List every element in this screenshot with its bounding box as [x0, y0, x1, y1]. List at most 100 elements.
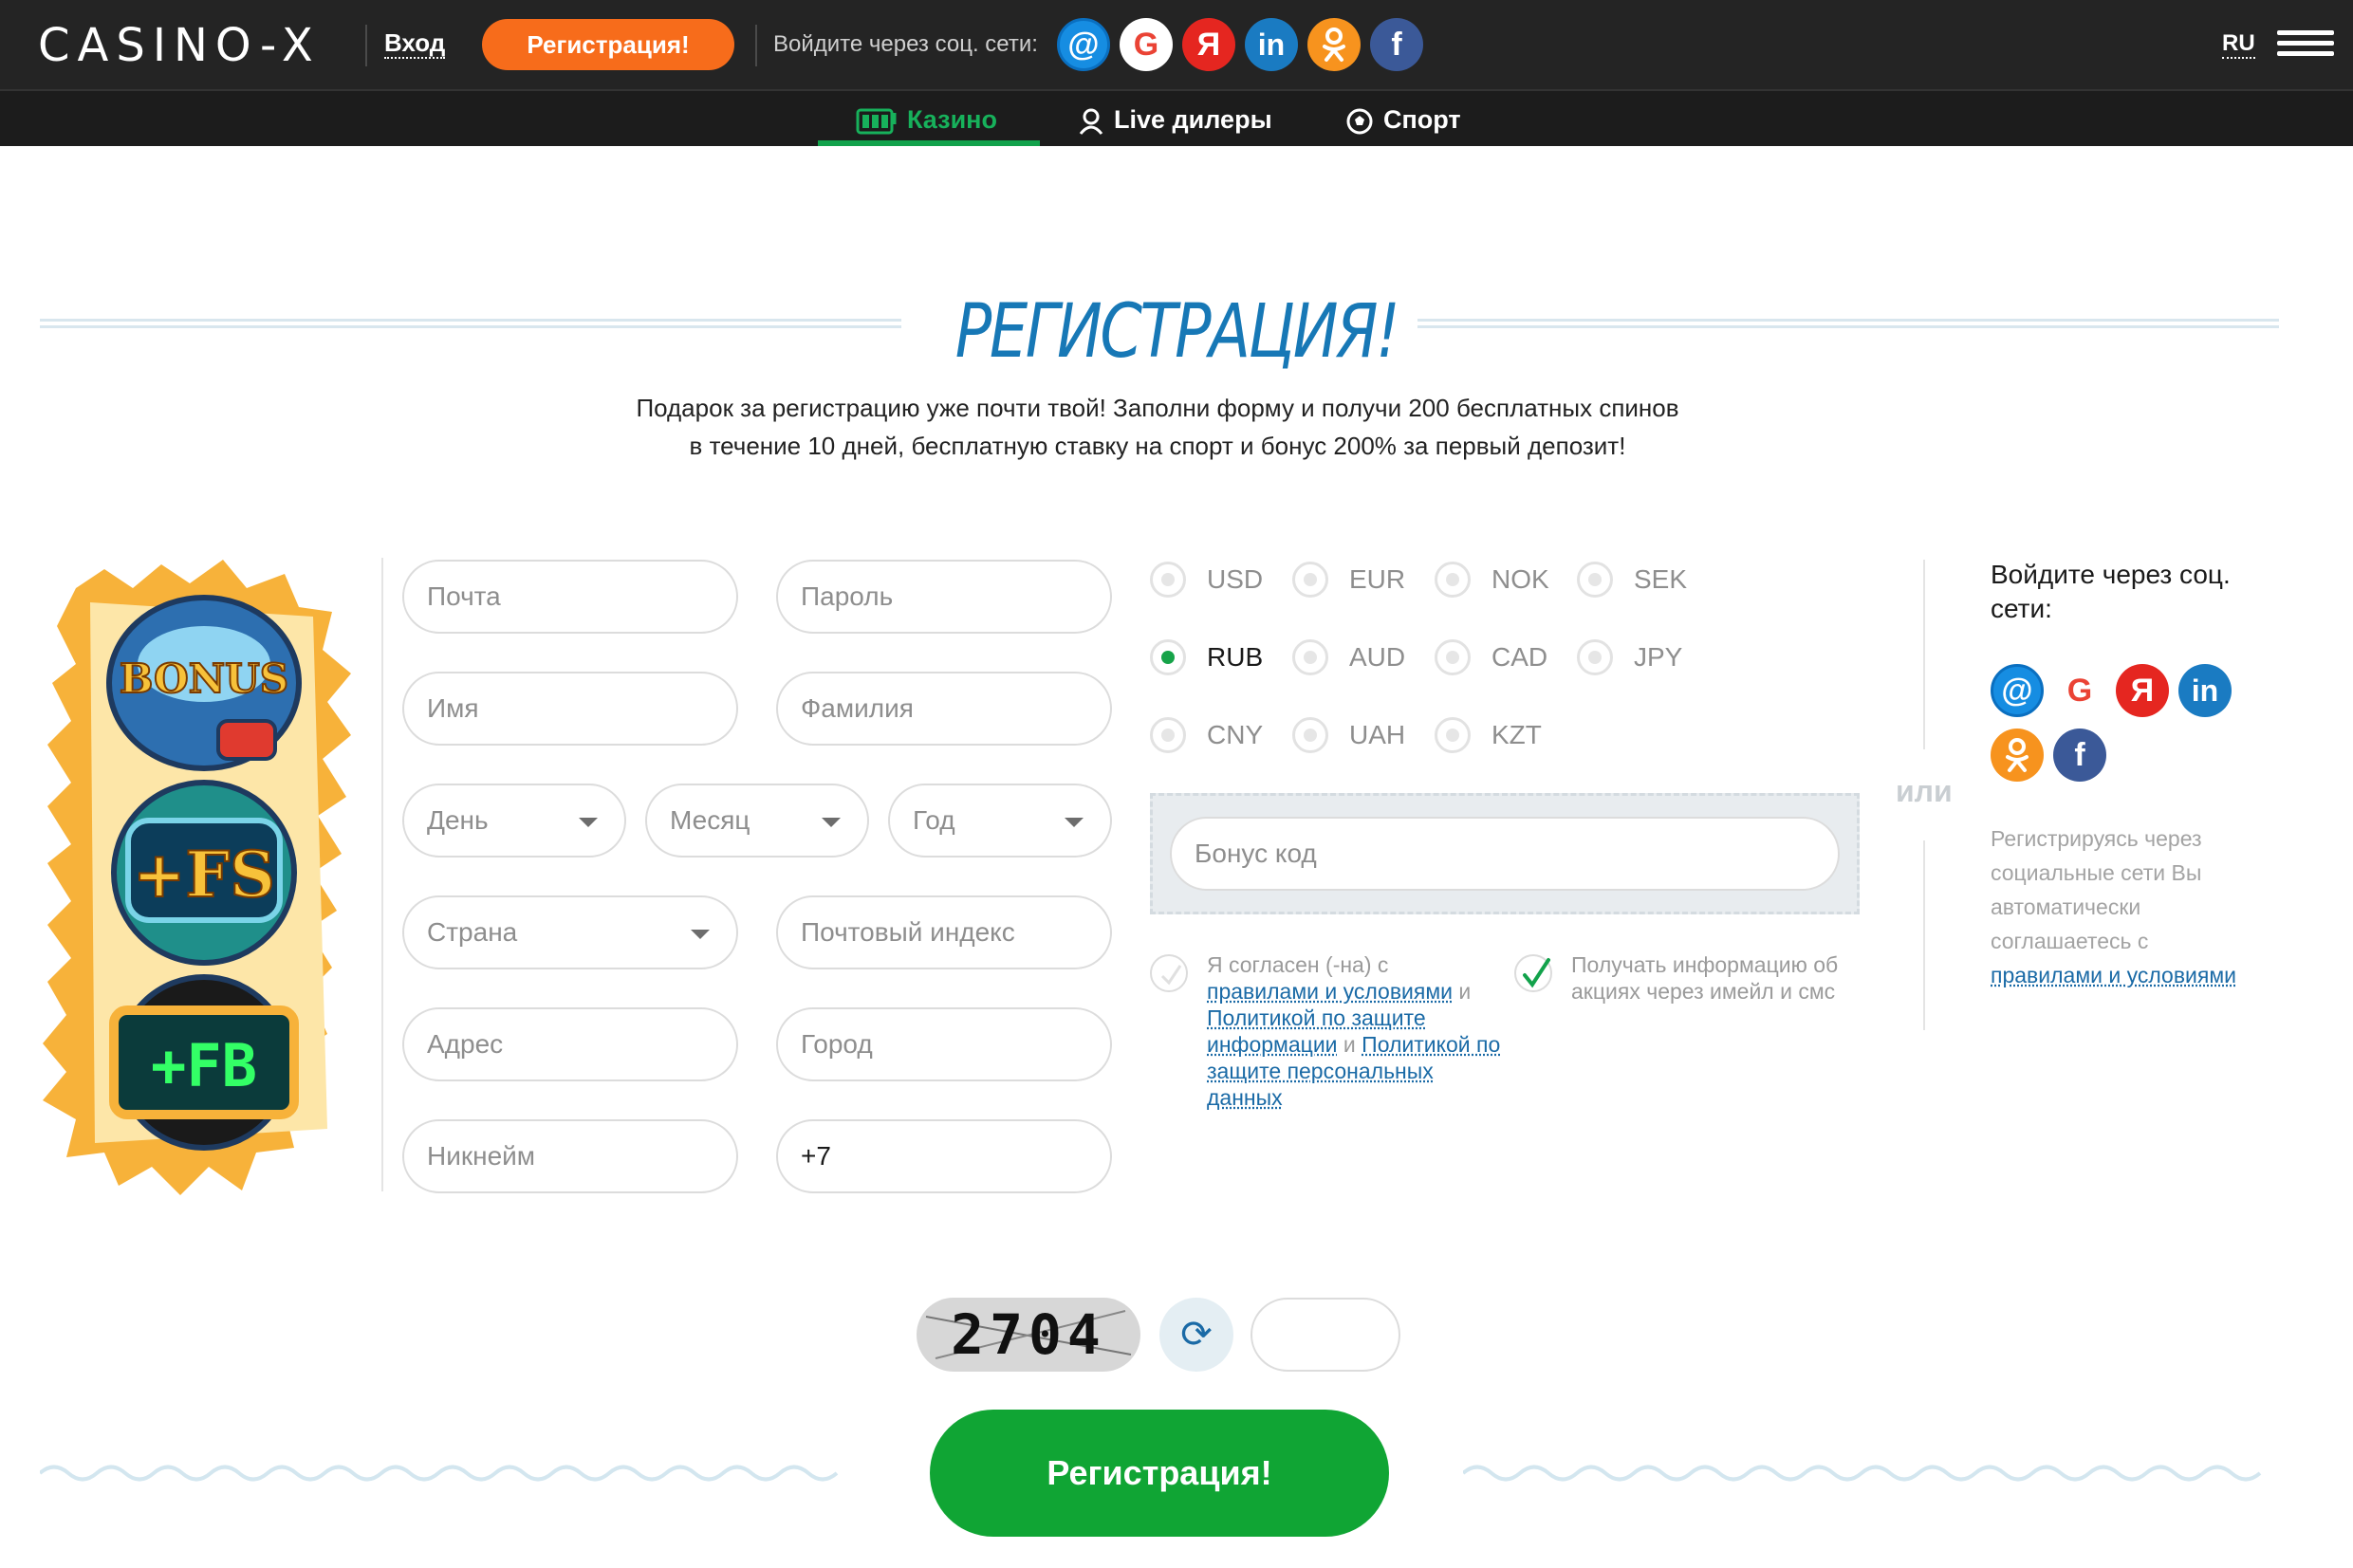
- currency-radio-uah[interactable]: [1292, 717, 1328, 753]
- free-bet-badge: +FB: [109, 974, 299, 1151]
- agree-prefix: Я согласен (-на) с: [1207, 952, 1389, 977]
- menu-icon[interactable]: [2277, 30, 2334, 59]
- select-value: Страна: [427, 917, 518, 947]
- yandex-icon[interactable]: Я: [1182, 18, 1235, 71]
- address-field[interactable]: Адрес: [402, 1007, 738, 1081]
- country-select[interactable]: Страна: [402, 895, 738, 969]
- facebook-icon[interactable]: f: [2053, 729, 2106, 782]
- mail-ru-icon[interactable]: @: [1991, 664, 2044, 717]
- social-login-label: Войдите через соц. сети:: [773, 31, 1038, 57]
- currency-label: CAD: [1491, 642, 1548, 672]
- bonus-code-field[interactable]: Бонус код: [1170, 817, 1840, 891]
- newsletter-text: Получать информацию об акциях через имей…: [1571, 952, 1839, 1004]
- odnoklassniki-icon[interactable]: [1991, 729, 2044, 782]
- email-field[interactable]: Почта: [402, 560, 738, 634]
- city-field[interactable]: Город: [776, 1007, 1112, 1081]
- currency-radio-kzt[interactable]: [1435, 717, 1471, 753]
- chevron-down-icon: [579, 818, 598, 827]
- right-social-title: Войдите через соц. сети:: [1991, 560, 2231, 623]
- currency-label: EUR: [1349, 564, 1406, 594]
- bonus-badge: BONUS: [106, 595, 302, 771]
- currency-label: CNY: [1207, 720, 1264, 749]
- title-decor-left: [40, 319, 901, 328]
- currency-radio-rub[interactable]: [1150, 639, 1186, 675]
- currency-radio-cny[interactable]: [1150, 717, 1186, 753]
- facebook-icon[interactable]: f: [1370, 18, 1423, 71]
- title-decor-right: [1417, 319, 2279, 328]
- linkedin-icon[interactable]: in: [1245, 18, 1298, 71]
- social-terms-note: Регистрируясь через социальные сети Вы а…: [1991, 821, 2256, 992]
- currency-label: UAH: [1349, 720, 1406, 749]
- password-field[interactable]: Пароль: [776, 560, 1112, 634]
- currency-label: RUB: [1207, 642, 1264, 672]
- check-icon: [1523, 958, 1550, 988]
- linkedin-icon[interactable]: in: [2178, 664, 2232, 717]
- newsletter-checkbox[interactable]: [1514, 954, 1552, 992]
- register-submit-button[interactable]: Регистрация!: [930, 1410, 1389, 1537]
- currency-radio-usd[interactable]: [1150, 562, 1186, 598]
- currency-radio-eur[interactable]: [1292, 562, 1328, 598]
- birth-month-select[interactable]: Месяц: [645, 784, 869, 858]
- svg-text:+FB: +FB: [151, 1031, 257, 1100]
- slot-machine-icon: [856, 108, 897, 135]
- phone-field[interactable]: +7: [776, 1119, 1112, 1193]
- nav-item-casino[interactable]: Казино: [856, 104, 997, 136]
- currency-radio-aud[interactable]: [1292, 639, 1328, 675]
- or-separator: или: [1896, 774, 1953, 808]
- social-terms-link[interactable]: правилами и условиями: [1991, 963, 2236, 987]
- currency-label: JPY: [1634, 642, 1683, 672]
- currency-label: SEK: [1634, 564, 1688, 594]
- register-button-top[interactable]: Регистрация!: [482, 19, 734, 70]
- nav-label: Спорт: [1383, 105, 1461, 134]
- social-terms-text: Регистрируясь через социальные сети Вы а…: [1991, 826, 2202, 953]
- currency-label: USD: [1207, 564, 1264, 594]
- currency-radio-cad[interactable]: [1435, 639, 1471, 675]
- dealer-icon: [1079, 108, 1103, 135]
- logo[interactable]: CASINO-X: [38, 19, 321, 72]
- agree-conjunction: и: [1337, 1032, 1362, 1057]
- top-bar: CASINO-X Вход Регистрация! Войдите через…: [0, 0, 2353, 89]
- refresh-captcha-icon[interactable]: ⟳: [1159, 1298, 1233, 1372]
- currency-label: NOK: [1491, 564, 1549, 594]
- captcha-input[interactable]: [1251, 1298, 1400, 1372]
- currency-radio-jpy[interactable]: [1577, 639, 1613, 675]
- divider: [365, 25, 367, 66]
- agree-conjunction: и: [1453, 979, 1472, 1004]
- agree-text: Я согласен (-на) с правилами и условиями…: [1207, 951, 1501, 1111]
- wave-decor-right: [1463, 1465, 2262, 1482]
- page-title: РЕГИСТРАЦИЯ!: [954, 289, 1400, 375]
- check-icon: [1160, 965, 1182, 986]
- google-icon[interactable]: G: [1120, 18, 1173, 71]
- chevron-down-icon: [691, 930, 710, 939]
- last-name-field[interactable]: Фамилия: [776, 672, 1112, 746]
- football-icon: [1346, 108, 1373, 135]
- terms-link[interactable]: правилами и условиями: [1207, 979, 1453, 1004]
- nav-item-live-dealers[interactable]: Live дилеры: [1078, 104, 1272, 136]
- agree-checkbox[interactable]: [1150, 954, 1188, 992]
- select-value: Месяц: [670, 805, 750, 835]
- currency-label: KZT: [1491, 720, 1542, 749]
- birth-day-select[interactable]: День: [402, 784, 626, 858]
- currency-radio-nok[interactable]: [1435, 562, 1471, 598]
- wave-decor-left: [40, 1465, 839, 1482]
- chevron-down-icon: [822, 818, 841, 827]
- currency-label: AUD: [1349, 642, 1406, 672]
- intro-text: Подарок за регистрацию уже почти твой! З…: [636, 394, 1679, 460]
- nav-item-sport[interactable]: Спорт: [1345, 104, 1461, 136]
- login-link[interactable]: Вход: [384, 28, 446, 59]
- language-selector[interactable]: RU: [2222, 30, 2255, 59]
- chevron-down-icon: [1065, 818, 1084, 827]
- birth-year-select[interactable]: Год: [888, 784, 1112, 858]
- odnoklassniki-icon[interactable]: [1307, 18, 1361, 71]
- yandex-icon[interactable]: Я: [2116, 664, 2169, 717]
- google-icon[interactable]: G: [2053, 664, 2106, 717]
- divider: [1923, 840, 1925, 1030]
- zip-field[interactable]: Почтовый индекс: [776, 895, 1112, 969]
- nav-bar: Казино Live дилеры Спорт: [0, 89, 2353, 146]
- nickname-field[interactable]: Никнейм: [402, 1119, 738, 1193]
- first-name-field[interactable]: Имя: [402, 672, 738, 746]
- select-value: Год: [913, 805, 955, 835]
- mail-ru-icon[interactable]: @: [1057, 18, 1110, 71]
- divider: [755, 25, 757, 66]
- currency-radio-sek[interactable]: [1577, 562, 1613, 598]
